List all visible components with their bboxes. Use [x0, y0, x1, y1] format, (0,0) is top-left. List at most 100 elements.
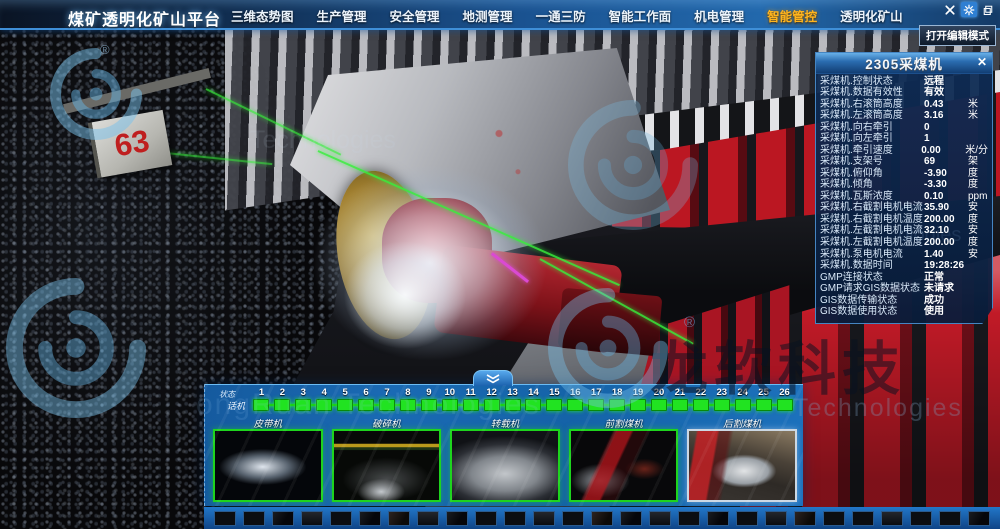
camera-thumbnail[interactable]	[332, 429, 442, 502]
nav-item-6[interactable]: 智能工作面	[609, 6, 672, 25]
unit-7[interactable]: 7	[377, 387, 398, 415]
telemetry-value: 200.00	[924, 238, 968, 248]
nav-item-1[interactable]: 三维态势图	[231, 6, 294, 25]
panel-header: 2305采煤机 ✕	[816, 53, 992, 74]
window-controls	[942, 2, 996, 17]
filmstrip-tile[interactable]	[794, 511, 816, 526]
unit-2[interactable]: 2	[272, 387, 293, 415]
filmstrip-tile[interactable]	[359, 511, 381, 526]
filmstrip-tile[interactable]	[881, 511, 903, 526]
unit-17[interactable]: 17	[586, 387, 607, 415]
restore-window-icon[interactable]	[980, 2, 996, 17]
gear-icon[interactable]	[961, 2, 977, 17]
nav-item-5[interactable]: 一通三防	[536, 6, 586, 25]
nav-item-8[interactable]: 智能管控	[767, 6, 817, 25]
unit-26[interactable]: 26	[774, 387, 795, 415]
unit-4[interactable]: 4	[314, 387, 335, 415]
unit-number: 22	[696, 387, 707, 398]
unit-23[interactable]: 23	[711, 387, 732, 415]
filmstrip-tile[interactable]	[823, 511, 845, 526]
telemetry-row: 采煤机.数据时间19:28:26	[820, 261, 988, 271]
unit-14[interactable]: 14	[523, 387, 544, 415]
telemetry-unit: 安	[968, 226, 988, 236]
filmstrip-tile[interactable]	[678, 511, 700, 526]
filmstrip-tile[interactable]	[968, 511, 990, 526]
telemetry-value: 35.90	[924, 203, 968, 213]
camera-thumbnail[interactable]	[687, 429, 797, 502]
nav-item-7[interactable]: 机电管理	[694, 6, 744, 25]
unit-9[interactable]: 9	[418, 387, 439, 415]
filmstrip-tile[interactable]	[939, 511, 961, 526]
filmstrip-tile[interactable]	[446, 511, 468, 526]
filmstrip-tile[interactable]	[504, 511, 526, 526]
tools-icon[interactable]	[942, 2, 958, 17]
unit-status-led	[295, 399, 311, 411]
unit-status-led	[274, 399, 290, 411]
filmstrip-tile[interactable]	[243, 511, 265, 526]
filmstrip-tile[interactable]	[214, 511, 236, 526]
telemetry-rows: 采煤机.控制状态远程采煤机.数据有效性有效采煤机.右滚筒高度0.43米采煤机.左…	[816, 74, 992, 320]
unit-19[interactable]: 19	[628, 387, 649, 415]
close-icon[interactable]: ✕	[977, 55, 987, 69]
filmstrip-tile[interactable]	[301, 511, 323, 526]
unit-1[interactable]: 1	[251, 387, 272, 415]
filmstrip-tile[interactable]	[852, 511, 874, 526]
unit-5[interactable]: 5	[335, 387, 356, 415]
unit-status-led	[316, 399, 332, 411]
unit-15[interactable]: 15	[544, 387, 565, 415]
filmstrip-tile[interactable]	[591, 511, 613, 526]
unit-25[interactable]: 25	[753, 387, 774, 415]
filmstrip-tile[interactable]	[388, 511, 410, 526]
unit-21[interactable]: 21	[669, 387, 690, 415]
nav-item-9[interactable]: 透明化矿山	[840, 6, 903, 25]
filmstrip-tile[interactable]	[330, 511, 352, 526]
unit-20[interactable]: 20	[649, 387, 670, 415]
filmstrip-tile[interactable]	[620, 511, 642, 526]
camera-filmstrip[interactable]	[204, 507, 1000, 529]
nav-item-4[interactable]: 地测管理	[463, 6, 513, 25]
camera-thumbnail[interactable]	[450, 429, 560, 502]
telemetry-unit: ppm	[968, 192, 988, 202]
unit-13[interactable]: 13	[502, 387, 523, 415]
unit-11[interactable]: 11	[460, 387, 481, 415]
camera-thumbnail[interactable]	[569, 429, 679, 502]
unit-number: 9	[426, 387, 431, 398]
telemetry-value: 32.10	[924, 226, 968, 236]
unit-22[interactable]: 22	[690, 387, 711, 415]
unit-12[interactable]: 12	[481, 387, 502, 415]
camera-label: 后割煤机	[687, 416, 797, 429]
collapse-panel-button[interactable]	[473, 370, 513, 386]
unit-indicator-strip: 1234567891011121314151617181920212223242…	[251, 387, 795, 415]
open-edit-mode-button[interactable]: 打开编辑模式	[919, 25, 996, 46]
filmstrip-tile[interactable]	[533, 511, 555, 526]
unit-3[interactable]: 3	[293, 387, 314, 415]
telemetry-value: -3.90	[924, 169, 968, 179]
unit-status-led	[693, 399, 709, 411]
filmstrip-tile[interactable]	[475, 511, 497, 526]
filmstrip-tile[interactable]	[910, 511, 932, 526]
camera-thumbnail[interactable]	[213, 429, 323, 502]
unit-number: 16	[570, 387, 581, 398]
unit-status-led	[505, 399, 521, 411]
nav-item-2[interactable]: 生产管理	[317, 6, 367, 25]
filmstrip-tile[interactable]	[272, 511, 294, 526]
unit-status-led	[525, 399, 541, 411]
filmstrip-tile[interactable]	[417, 511, 439, 526]
unit-status-led	[777, 399, 793, 411]
unit-24[interactable]: 24	[732, 387, 753, 415]
filmstrip-tile[interactable]	[562, 511, 584, 526]
unit-10[interactable]: 10	[439, 387, 460, 415]
filmstrip-tile[interactable]	[707, 511, 729, 526]
unit-number: 13	[507, 387, 518, 398]
unit-8[interactable]: 8	[397, 387, 418, 415]
filmstrip-tile[interactable]	[765, 511, 787, 526]
camera-label: 皮带机	[213, 416, 323, 429]
unit-18[interactable]: 18	[607, 387, 628, 415]
unit-16[interactable]: 16	[565, 387, 586, 415]
nav-item-3[interactable]: 安全管理	[390, 6, 440, 25]
telemetry-unit: 度	[968, 180, 988, 190]
telemetry-unit: 度	[968, 169, 988, 179]
unit-6[interactable]: 6	[356, 387, 377, 415]
filmstrip-tile[interactable]	[649, 511, 671, 526]
filmstrip-tile[interactable]	[736, 511, 758, 526]
